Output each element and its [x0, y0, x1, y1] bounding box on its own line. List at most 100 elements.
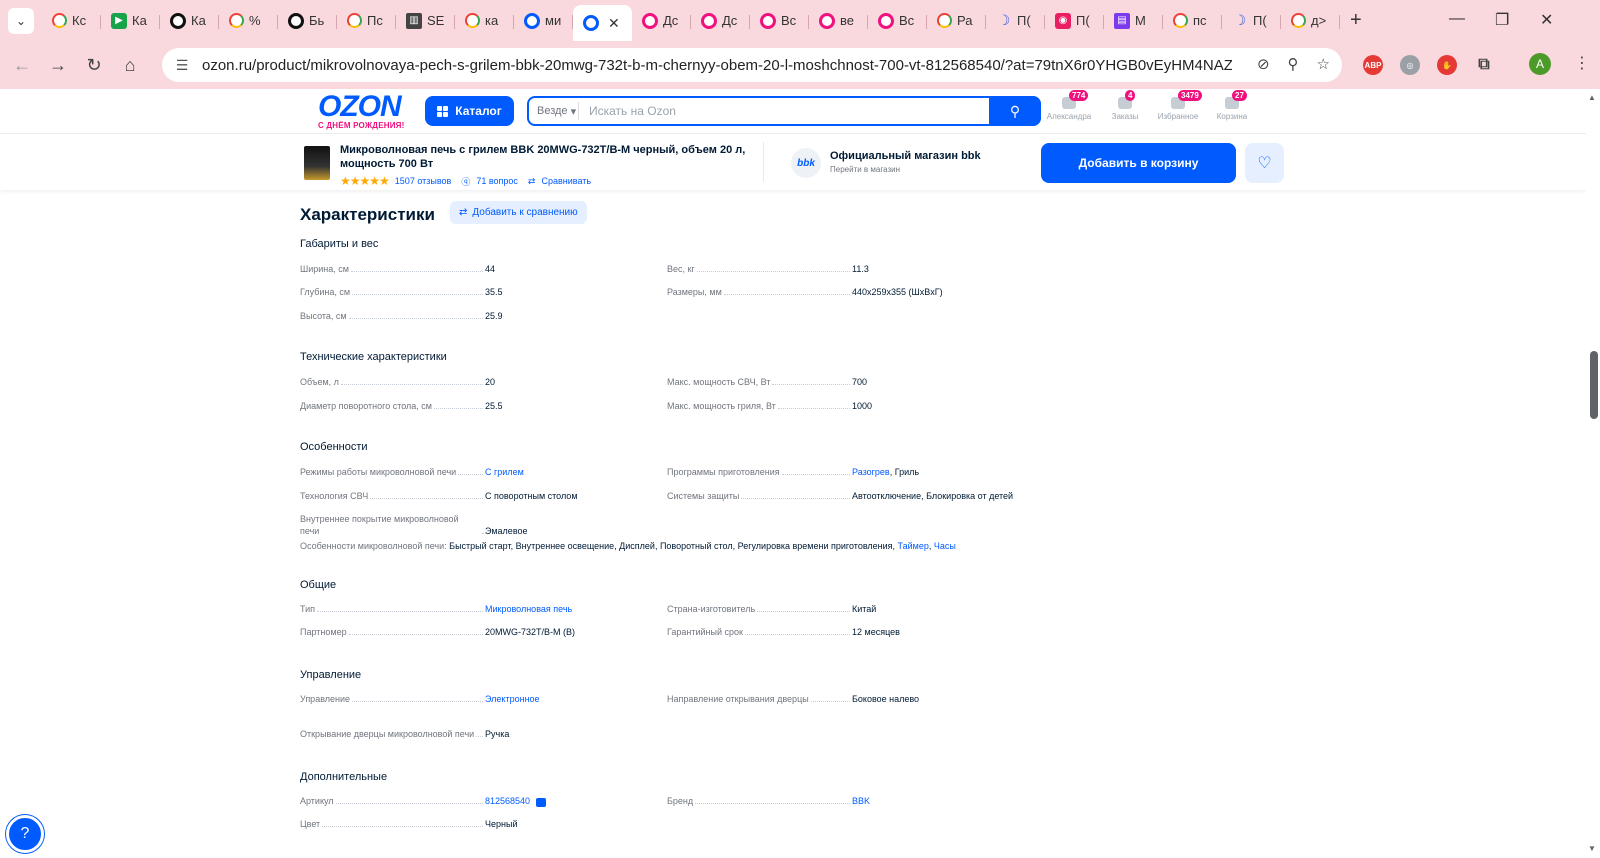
- compare-icon: ⇄: [459, 207, 468, 218]
- browser-tab[interactable]: Дс: [632, 5, 691, 37]
- browser-tab[interactable]: Пс: [337, 5, 396, 37]
- go-to-shop-link[interactable]: Перейти в магазин: [830, 165, 900, 174]
- spec-value[interactable]: BBK: [852, 795, 870, 807]
- globe-extension-icon[interactable]: ◎: [1400, 55, 1420, 75]
- spec-value-link[interactable]: Часы: [934, 541, 956, 551]
- spec-row: Страна-изготовитель Китай: [667, 603, 876, 615]
- spec-value-link[interactable]: Разогрев: [852, 467, 890, 477]
- browser-tab[interactable]: ◉ П(: [1045, 5, 1104, 37]
- favorite-heart-icon[interactable]: ♡: [1245, 143, 1284, 183]
- profile-avatar[interactable]: A: [1529, 53, 1551, 75]
- header-orders[interactable]: 4 Заказы: [1095, 90, 1155, 121]
- browser-tab[interactable]: ▥ SE: [396, 5, 455, 37]
- header-account[interactable]: 774 Александра: [1039, 90, 1099, 121]
- add-to-cart-button[interactable]: Добавить в корзину: [1041, 143, 1236, 183]
- browser-tab[interactable]: Дс: [691, 5, 750, 37]
- browser-tab[interactable]: ▤ М: [1104, 5, 1163, 37]
- browser-tab[interactable]: ▶ Ка: [101, 5, 160, 37]
- copy-icon[interactable]: [536, 798, 547, 807]
- minimize-icon[interactable]: —: [1449, 10, 1465, 28]
- bookmark-star-icon[interactable]: ☆: [1317, 55, 1330, 73]
- compare-link[interactable]: Сравнивать: [541, 176, 591, 186]
- location-off-icon[interactable]: ⊘: [1257, 55, 1270, 73]
- restore-icon[interactable]: ❐: [1495, 10, 1509, 30]
- reload-icon[interactable]: ↻: [80, 51, 108, 79]
- ozon-logo[interactable]: OZON С ДНЁМ РОЖДЕНИЯ!: [318, 92, 414, 131]
- scroll-up-icon[interactable]: ▲: [1588, 93, 1596, 102]
- questions-link[interactable]: 71 вопрос: [476, 176, 518, 186]
- browser-tab[interactable]: ка: [455, 5, 514, 37]
- tab-favicon-icon: [524, 12, 540, 29]
- spec-key: Объем, л: [300, 377, 339, 387]
- search-icon[interactable]: ⚲: [989, 96, 1041, 126]
- home-icon[interactable]: ⌂: [116, 51, 144, 79]
- browser-menu-icon[interactable]: ⋮: [1574, 53, 1590, 73]
- browser-tab[interactable]: ве: [809, 5, 868, 37]
- product-thumbnail[interactable]: [304, 146, 330, 180]
- forward-icon[interactable]: →: [44, 51, 72, 79]
- spec-value[interactable]: 812568540: [485, 795, 530, 807]
- browser-tab[interactable]: ☽ П(: [1222, 5, 1281, 37]
- extensions-puzzle-icon[interactable]: ⧉: [1474, 55, 1494, 75]
- spec-group-title: Габариты и вес: [300, 238, 379, 250]
- browser-tab[interactable]: ми: [514, 5, 573, 37]
- spec-value[interactable]: Микроволновая печь: [485, 603, 572, 615]
- spec-value[interactable]: С грилем: [485, 466, 524, 478]
- shop-logo[interactable]: bbk: [791, 148, 821, 178]
- reviews-link[interactable]: 1507 отзывов: [395, 176, 452, 186]
- spec-value: 1000: [852, 401, 873, 411]
- adblock-plus-icon[interactable]: ABP: [1363, 55, 1383, 75]
- browser-tab[interactable]: Вс: [750, 5, 809, 37]
- search-input[interactable]: Искать на Ozon: [589, 104, 676, 118]
- back-icon[interactable]: ←: [8, 51, 36, 79]
- rating-stars-icon[interactable]: ★★★★★: [340, 174, 390, 188]
- browser-tab[interactable]: Ра: [927, 5, 986, 37]
- browser-tab[interactable]: д>: [1281, 5, 1340, 37]
- browser-tab[interactable]: Бь: [278, 5, 337, 37]
- tab-favicon-icon: [288, 12, 304, 29]
- spec-group-title: Особенности: [300, 441, 368, 453]
- hand-stop-extension-icon[interactable]: ✋: [1437, 55, 1457, 75]
- spec-row: Партномер 20MWG-732T/B-M (B): [300, 626, 575, 638]
- spec-key: Системы защиты: [667, 491, 740, 501]
- browser-tab[interactable]: %: [219, 5, 278, 37]
- address-bar[interactable]: ☰ ozon.ru/product/mikrovolnovaya-pech-s-…: [162, 48, 1342, 82]
- spec-value[interactable]: Электронное: [485, 693, 540, 705]
- page-scrollbar[interactable]: ▲ ▼: [1586, 89, 1600, 858]
- tab-label: Вс: [899, 13, 915, 28]
- close-window-icon[interactable]: ✕: [1540, 10, 1553, 30]
- spec-value: , Гриль: [889, 467, 920, 477]
- add-to-compare-button[interactable]: ⇄ Добавить к сравнению: [450, 201, 587, 224]
- spec-value-link[interactable]: Таймер: [898, 541, 929, 551]
- zoom-icon[interactable]: ⚲: [1288, 55, 1299, 73]
- help-question-icon[interactable]: ?: [6, 815, 44, 853]
- browser-tab[interactable]: Ка: [160, 5, 219, 37]
- section-title: Характеристики: [300, 205, 435, 224]
- spec-value: Разогрев, Гриль: [852, 466, 919, 478]
- browser-tab[interactable]: пс: [1163, 5, 1222, 37]
- catalog-button[interactable]: Каталог: [425, 96, 514, 126]
- spec-value: 35.5: [485, 287, 503, 297]
- browser-tab[interactable]: Вс: [868, 5, 927, 37]
- shop-name[interactable]: Официальный магазин bbk: [830, 150, 981, 162]
- product-title[interactable]: Микроволновая печь с грилем BBK 20MWG-73…: [340, 143, 760, 171]
- tab-close-icon[interactable]: ✕: [608, 15, 620, 32]
- tab-search-chevron-icon[interactable]: ⌄: [8, 7, 34, 34]
- tab-favicon-icon: ▤: [1114, 12, 1130, 29]
- tab-label: д>: [1311, 13, 1327, 28]
- spec-value: 25.5: [485, 401, 503, 411]
- tab-label: Кс: [72, 13, 87, 28]
- spec-row: Макс. мощность СВЧ, Вт 700: [667, 376, 867, 388]
- site-info-icon[interactable]: ☰: [172, 55, 192, 75]
- browser-tab[interactable]: Кс: [42, 5, 101, 37]
- url-text[interactable]: ozon.ru/product/mikrovolnovaya-pech-s-gr…: [202, 57, 1232, 74]
- search-scope-dropdown[interactable]: Везде ▾: [529, 102, 579, 120]
- new-tab-icon[interactable]: +: [1350, 9, 1362, 32]
- scroll-down-icon[interactable]: ▼: [1588, 844, 1596, 853]
- browser-tab[interactable]: ☽ П(: [986, 5, 1045, 37]
- browser-tab[interactable]: ✕: [573, 5, 632, 41]
- scroll-thumb[interactable]: [1590, 351, 1598, 419]
- header-cart[interactable]: 27 Корзина: [1202, 90, 1262, 121]
- header-favorites[interactable]: 3479 Избранное: [1148, 90, 1208, 121]
- tab-label: Ка: [132, 13, 147, 28]
